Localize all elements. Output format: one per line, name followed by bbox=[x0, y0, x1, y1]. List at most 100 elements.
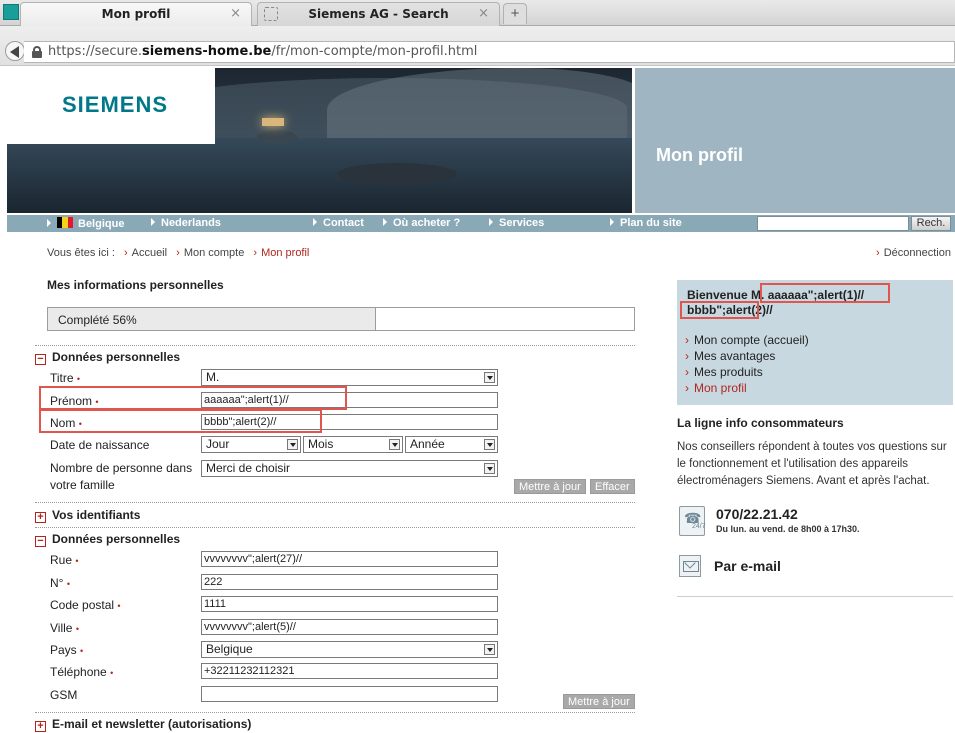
rue-label: Rue • bbox=[50, 553, 79, 567]
highlight-prenom bbox=[39, 386, 347, 410]
titre-select[interactable]: M. bbox=[201, 369, 498, 386]
update-button[interactable]: Mettre à jour bbox=[514, 479, 586, 494]
section-donnees-personnelles-toggle[interactable]: − Données personnelles bbox=[35, 350, 180, 365]
dropdown-arrow-icon bbox=[484, 463, 495, 474]
telephone-input[interactable]: +32211232112321 bbox=[201, 663, 498, 679]
profile-progress-bar: Complété 56% bbox=[47, 307, 635, 331]
nav-contact[interactable]: Contact bbox=[313, 217, 364, 229]
banner-title-panel: Mon profil bbox=[635, 68, 955, 213]
arrow-icon bbox=[151, 218, 155, 226]
nav-services[interactable]: Services bbox=[489, 217, 544, 229]
address-bar[interactable]: https://secure.siemens-home.be/fr/mon-co… bbox=[24, 41, 955, 63]
pays-select[interactable]: Belgique bbox=[201, 641, 498, 658]
arrow-icon bbox=[610, 218, 614, 226]
app-icon bbox=[3, 4, 19, 20]
breadcrumb-mon-compte[interactable]: Mon compte bbox=[184, 247, 245, 259]
dropdown-arrow-icon bbox=[484, 644, 495, 655]
birthdate-label: Date de naissance bbox=[50, 438, 150, 452]
nav-ou-acheter[interactable]: Où acheter ? bbox=[383, 217, 460, 229]
dropdown-arrow-icon bbox=[287, 439, 298, 450]
dropdown-arrow-icon bbox=[389, 439, 400, 450]
search-button[interactable]: Rech. bbox=[911, 216, 951, 231]
link-mon-compte[interactable]: › Mon compte (accueil) bbox=[685, 332, 809, 348]
highlight-welcome-name-1 bbox=[760, 283, 890, 303]
phone-hours: Du lun. au vend. de 8h00 à 17h30. bbox=[716, 524, 860, 534]
section-heading: Mes informations personnelles bbox=[47, 278, 224, 292]
rue-input[interactable]: vvvvvvvv";alert(27)// bbox=[201, 551, 498, 567]
dropdown-arrow-icon bbox=[484, 372, 495, 383]
logout-link[interactable]: › Déconnection bbox=[876, 247, 951, 259]
header-banner: SIEMENS Mon profil bbox=[7, 68, 955, 213]
tab-mon-profil[interactable]: Mon profil × bbox=[20, 2, 252, 26]
email-contact-link[interactable]: Par e-mail bbox=[714, 558, 781, 574]
nav-plan-du-site[interactable]: Plan du site bbox=[610, 217, 682, 229]
tab-close-icon[interactable]: × bbox=[230, 6, 241, 21]
nav-belgique[interactable]: Belgique bbox=[47, 217, 124, 230]
code-postal-label: Code postal • bbox=[50, 598, 121, 612]
new-tab-button[interactable]: + bbox=[503, 3, 527, 24]
expand-icon: + bbox=[35, 721, 46, 732]
arrow-icon bbox=[383, 218, 387, 226]
tab-close-icon[interactable]: × bbox=[478, 6, 489, 21]
account-links: › Mon compte (accueil) › Mes avantages › Me… bbox=[685, 332, 809, 396]
breadcrumb-accueil[interactable]: Accueil bbox=[132, 247, 167, 259]
expand-icon: + bbox=[35, 512, 46, 523]
dropdown-arrow-icon bbox=[484, 439, 495, 450]
gsm-label: GSM bbox=[50, 688, 78, 702]
browser-tab-bar: Mon profil × Siemens AG - Search × + bbox=[0, 0, 955, 26]
progress-label: Complété 56% bbox=[58, 313, 137, 327]
clear-button[interactable]: Effacer bbox=[590, 479, 635, 494]
link-mes-produits[interactable]: › Mes produits bbox=[685, 364, 809, 380]
info-line-text: Nos conseillers répondent à toutes vos q… bbox=[677, 441, 947, 487]
main-nav: Belgique Nederlands Contact Où acheter ?… bbox=[7, 215, 955, 232]
ville-input[interactable]: vvvvvvvv";alert(5)// bbox=[201, 619, 498, 635]
tab-title: Siemens AG - Search bbox=[308, 7, 449, 21]
phone-number: 070/22.21.42 bbox=[716, 506, 798, 522]
collapse-icon: − bbox=[35, 536, 46, 547]
nav-nederlands[interactable]: Nederlands bbox=[151, 217, 221, 229]
highlight-nom bbox=[39, 409, 322, 433]
siemens-logo: SIEMENS bbox=[62, 92, 169, 117]
family-size-label: Nombre de personne dans votre famille bbox=[50, 461, 193, 492]
tab-title: Mon profil bbox=[101, 7, 171, 21]
titre-label: Titre • bbox=[50, 371, 81, 385]
site-search-input[interactable] bbox=[757, 216, 909, 231]
birth-day-select[interactable]: Jour bbox=[201, 436, 301, 453]
phone-24-7-icon bbox=[679, 506, 706, 536]
address-toolbar: https://secure.siemens-home.be/fr/mon-co… bbox=[0, 26, 955, 66]
back-arrow-icon bbox=[10, 46, 19, 58]
collapse-icon: − bbox=[35, 354, 46, 365]
section-email-newsletter-toggle[interactable]: + E-mail et newsletter (autorisations) bbox=[35, 717, 251, 732]
pays-label: Pays • bbox=[50, 643, 84, 657]
mail-icon[interactable] bbox=[679, 555, 701, 577]
logo-area[interactable]: SIEMENS bbox=[7, 68, 215, 144]
url-text: https://secure.siemens-home.be/fr/mon-co… bbox=[48, 44, 478, 59]
lock-icon bbox=[32, 46, 42, 58]
belgium-flag-icon bbox=[57, 217, 73, 228]
telephone-label: Téléphone • bbox=[50, 665, 114, 679]
family-size-select[interactable]: Merci de choisir bbox=[201, 460, 498, 477]
info-line-title: La ligne info consommateurs bbox=[677, 416, 844, 430]
highlight-welcome-name-2 bbox=[680, 301, 759, 319]
ville-label: Ville • bbox=[50, 621, 79, 635]
section-adresse-toggle[interactable]: − Données personnelles bbox=[35, 532, 180, 547]
birth-month-select[interactable]: Mois bbox=[303, 436, 403, 453]
numero-label: N° • bbox=[50, 576, 70, 590]
code-postal-input[interactable]: 1111 bbox=[201, 596, 498, 612]
link-mon-profil[interactable]: › Mon profil bbox=[685, 380, 809, 396]
page-title: Mon profil bbox=[656, 145, 743, 165]
update-address-button[interactable]: Mettre à jour bbox=[563, 694, 635, 709]
link-mes-avantages[interactable]: › Mes avantages bbox=[685, 348, 809, 364]
breadcrumb: Vous êtes ici : › Accueil › Mon compte › Mo… bbox=[47, 247, 310, 259]
numero-input[interactable]: 222 bbox=[201, 574, 498, 590]
tab-siemens-search[interactable]: Siemens AG - Search × bbox=[257, 2, 500, 26]
arrow-icon bbox=[489, 218, 493, 226]
arrow-icon bbox=[47, 219, 51, 227]
back-button[interactable] bbox=[5, 41, 25, 61]
gsm-input[interactable] bbox=[201, 686, 498, 702]
breadcrumb-mon-profil[interactable]: Mon profil bbox=[261, 247, 309, 259]
arrow-icon bbox=[313, 218, 317, 226]
birth-year-select[interactable]: Année bbox=[405, 436, 498, 453]
section-identifiants-toggle[interactable]: + Vos identifiants bbox=[35, 508, 140, 523]
banner-photo: SIEMENS bbox=[7, 68, 632, 213]
